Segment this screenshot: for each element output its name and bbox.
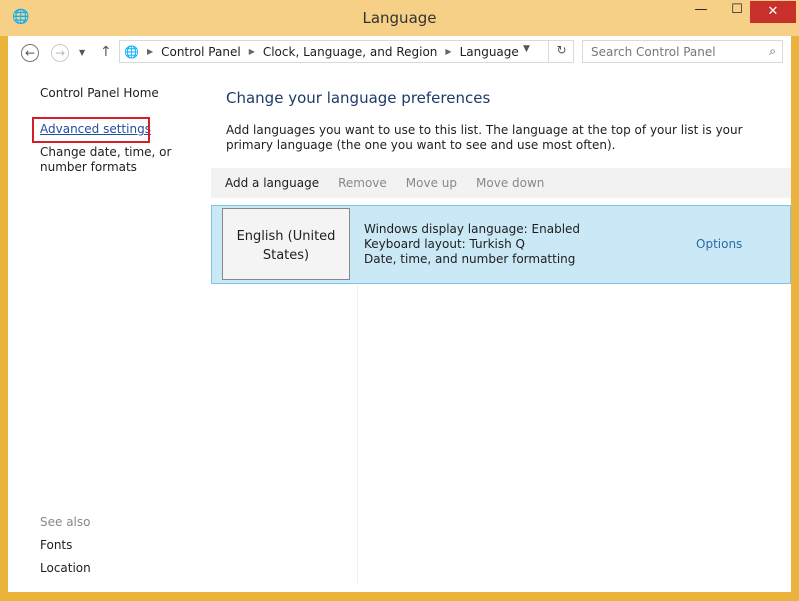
page-description: Add languages you want to use to this li… (226, 123, 743, 152)
breadcrumb-separator-icon[interactable]: ▶ (445, 47, 451, 56)
move-down-button[interactable]: Move down (476, 176, 544, 190)
title-bar: 🌐 Language — ☐ ✕ (0, 0, 799, 36)
language-details: Windows display language: Enabled Keyboa… (364, 222, 580, 267)
control-panel-icon: 🌐 (124, 44, 139, 59)
highlight-box (32, 117, 150, 143)
remove-button[interactable]: Remove (338, 176, 387, 190)
breadcrumb-control-panel[interactable]: Control Panel (161, 45, 241, 59)
breadcrumb-separator-icon[interactable]: ▶ (249, 47, 255, 56)
recent-pages-chevron-icon[interactable]: ▼ (79, 48, 85, 57)
keyboard-layout: Keyboard layout: Turkish Q (364, 237, 525, 251)
breadcrumb-clock-language-region[interactable]: Clock, Language, and Region (263, 45, 438, 59)
display-language-status: Windows display language: Enabled (364, 222, 581, 236)
formatting-info: Date, time, and number formatting (364, 252, 576, 266)
add-language-button[interactable]: Add a language (225, 176, 319, 190)
move-up-button[interactable]: Move up (406, 176, 457, 190)
see-also-location[interactable]: Location (40, 561, 91, 575)
maximize-button[interactable]: ☐ (722, 2, 752, 24)
close-button[interactable]: ✕ (750, 1, 796, 23)
breadcrumb[interactable]: 🌐 ▶ Control Panel ▶ Clock, Language, and… (119, 40, 574, 63)
history-dropdown-icon[interactable]: ▼ (523, 44, 530, 54)
sidebar-control-panel-home[interactable]: Control Panel Home (40, 86, 159, 100)
window-content: ← → ▼ ↑ 🌐 ▶ Control Panel ▶ Clock, Langu… (8, 36, 791, 592)
language-name: English (United States) (222, 208, 350, 280)
breadcrumb-language[interactable]: Language (460, 45, 519, 59)
forward-arrow-icon[interactable]: → (51, 44, 69, 62)
back-arrow-icon[interactable]: ← (21, 44, 39, 62)
refresh-icon[interactable]: ↻ (548, 40, 574, 63)
search-input[interactable]: Search Control Panel ⌕ (582, 40, 783, 63)
up-arrow-icon[interactable]: ↑ (100, 44, 112, 60)
breadcrumb-separator-icon[interactable]: ▶ (147, 47, 153, 56)
language-toolbar: Add a language Remove Move up Move down (211, 168, 791, 198)
divider (357, 285, 358, 585)
window-title: Language (362, 9, 437, 27)
minimize-button[interactable]: — (686, 2, 716, 24)
see-also-fonts[interactable]: Fonts (40, 538, 72, 552)
address-bar: ← → ▼ ↑ 🌐 ▶ Control Panel ▶ Clock, Langu… (8, 36, 791, 68)
search-icon[interactable]: ⌕ (769, 44, 776, 59)
search-placeholder: Search Control Panel (591, 45, 716, 59)
see-also-label: See also (40, 515, 91, 529)
page-title: Change your language preferences (226, 89, 491, 107)
sidebar-change-date-time-formats[interactable]: Change date, time, or number formats (40, 145, 210, 175)
language-options-link[interactable]: Options (696, 237, 742, 251)
language-list-item[interactable]: English (United States) Windows display … (211, 205, 791, 284)
